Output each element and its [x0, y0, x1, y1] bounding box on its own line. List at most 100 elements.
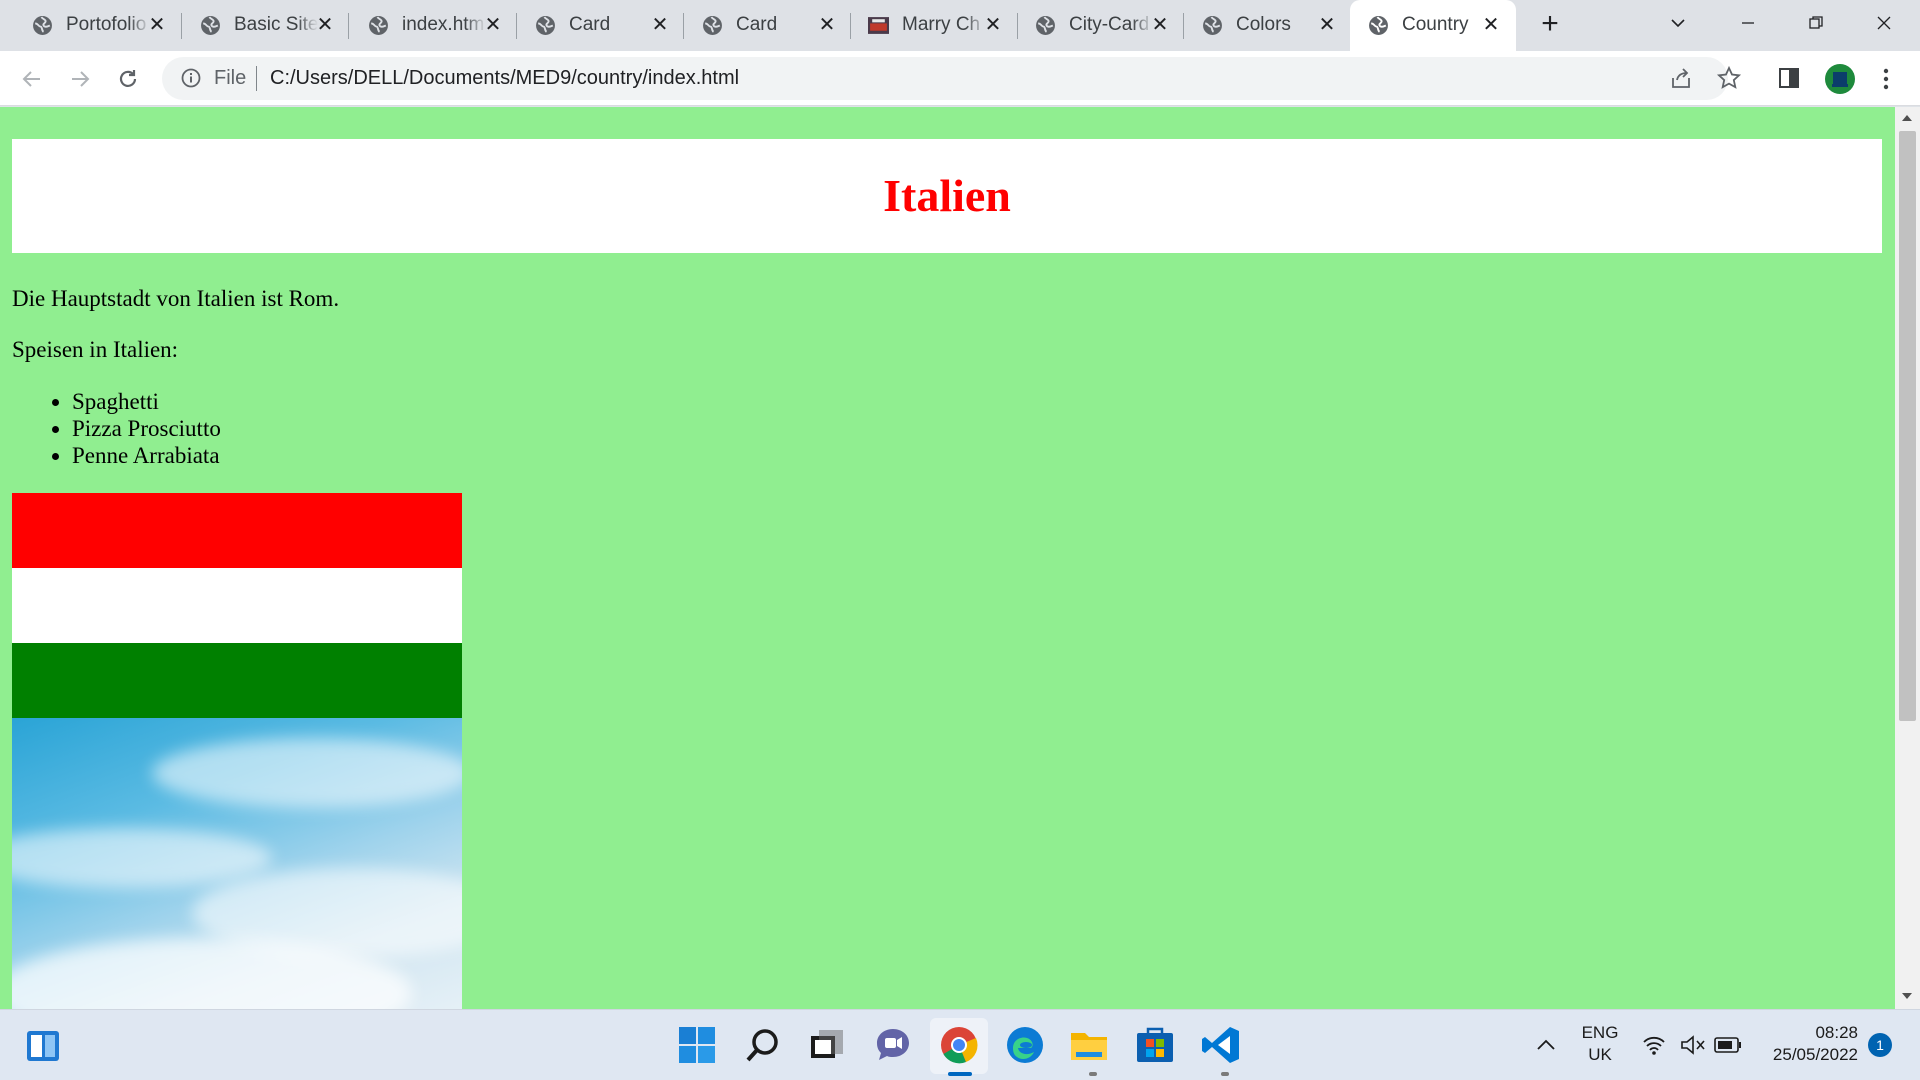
star-icon[interactable] [1716, 65, 1742, 91]
tab-title: Card [736, 14, 778, 35]
url-text[interactable]: C:/Users/DELL/Documents/MED9/country/ind… [270, 67, 739, 89]
globe-icon [1203, 16, 1222, 35]
file-explorer-icon[interactable] [1068, 1024, 1110, 1066]
running-app-indicator [1089, 1072, 1097, 1076]
tab-search-button[interactable] [1660, 8, 1696, 38]
globe-icon [703, 16, 722, 35]
tab-title: index.html [402, 14, 486, 35]
food-intro: Speisen in Italien: [12, 337, 179, 362]
globe-icon [536, 16, 555, 35]
wifi-icon[interactable] [1642, 1034, 1666, 1056]
tab-title: Marry Ch [902, 14, 981, 35]
clock-date: 25/05/2022 [1772, 1045, 1858, 1064]
scroll-up-arrow-icon[interactable] [1902, 115, 1912, 121]
running-app-indicator [1221, 1072, 1229, 1076]
list-item: Spaghetti [72, 388, 221, 415]
search-icon[interactable] [742, 1024, 784, 1066]
close-icon[interactable]: ✕ [314, 14, 336, 36]
battery-icon[interactable] [1714, 1036, 1742, 1054]
tab-colors[interactable]: Colors ✕ [1170, 0, 1352, 51]
minimize-icon [1742, 22, 1754, 24]
start-windows-icon[interactable] [676, 1024, 718, 1066]
chrome-icon[interactable] [938, 1024, 980, 1066]
microsoft-store-icon[interactable] [1134, 1024, 1176, 1066]
tab-strip: Portofolio ✕ Basic Site ✕ index.html ✕ C… [0, 0, 1920, 51]
reload-button[interactable] [112, 63, 144, 95]
volume-muted-icon[interactable] [1680, 1034, 1706, 1056]
active-app-indicator [948, 1072, 972, 1076]
tab-index-html[interactable]: index.html ✕ [336, 0, 518, 51]
close-icon[interactable]: ✕ [146, 14, 168, 36]
close-icon[interactable]: ✕ [816, 14, 838, 36]
clock[interactable]: 08:28 25/05/2022 [1758, 1022, 1858, 1066]
restore-icon [1809, 16, 1823, 29]
minimize-button[interactable] [1730, 8, 1766, 38]
address-bar[interactable]: File C:/Users/DELL/Documents/MED9/countr… [162, 57, 1728, 100]
tab-card-1[interactable]: Card ✕ [503, 0, 685, 51]
arrow-left-icon [22, 71, 40, 87]
tab-title: Basic Site [234, 14, 318, 35]
close-icon[interactable]: ✕ [1316, 14, 1338, 36]
browser-toolbar: File C:/Users/DELL/Documents/MED9/countr… [0, 51, 1920, 106]
page-title: Italien [883, 170, 1011, 221]
task-view-icon[interactable] [806, 1024, 848, 1066]
back-button[interactable] [16, 63, 48, 95]
capital-text: Die Hauptstadt von Italien ist Rom. [12, 286, 340, 311]
forward-button[interactable] [64, 63, 96, 95]
profile-avatar-icon[interactable] [1824, 63, 1856, 95]
close-icon[interactable]: ✕ [649, 14, 671, 36]
tab-title: Colors [1236, 14, 1291, 35]
info-icon[interactable] [180, 67, 202, 89]
new-tab-button[interactable]: + [1536, 9, 1564, 39]
edge-icon[interactable] [1004, 1024, 1046, 1066]
close-icon[interactable]: ✕ [982, 14, 1004, 36]
clock-time: 08:28 [1815, 1023, 1858, 1042]
tab-country[interactable]: Country ✕ [1350, 0, 1516, 51]
notification-badge[interactable]: 1 [1868, 1033, 1892, 1057]
tab-title: City-Card [1069, 14, 1150, 35]
globe-icon [1369, 16, 1388, 35]
share-icon[interactable] [1668, 66, 1694, 92]
keyboard-layout: UK [1588, 1045, 1612, 1064]
vertical-scrollbar[interactable] [1895, 107, 1920, 1009]
restore-button[interactable] [1798, 8, 1834, 38]
list-item: Penne Arrabiata [72, 442, 221, 469]
chevron-up-icon[interactable] [1536, 1037, 1556, 1053]
globe-icon [201, 16, 220, 35]
tab-basic-site[interactable]: Basic Site ✕ [168, 0, 350, 51]
address-divider [256, 66, 257, 91]
windows-taskbar: ENG UK 08:28 25/05/2022 [0, 1009, 1920, 1080]
chevron-down-icon [1671, 19, 1685, 28]
scrollbar-thumb[interactable] [1899, 131, 1916, 721]
close-icon[interactable]: ✕ [1149, 14, 1171, 36]
close-window-button[interactable] [1866, 8, 1902, 38]
arrow-right-icon [72, 71, 90, 87]
close-icon[interactable]: ✕ [1480, 14, 1502, 36]
vscode-icon[interactable] [1200, 1024, 1242, 1066]
tab-title: Card [569, 14, 611, 35]
tab-portofolio[interactable]: Portofolio ✕ [0, 0, 182, 51]
italy-flag [12, 493, 462, 718]
close-icon[interactable]: ✕ [482, 14, 504, 36]
widgets-icon[interactable] [24, 1027, 62, 1065]
teams-chat-icon[interactable] [872, 1024, 914, 1066]
tab-title: Portofolio [66, 14, 147, 35]
reload-icon [119, 70, 137, 87]
side-panel-icon[interactable] [1778, 67, 1800, 89]
site-thumbnail-icon [868, 17, 889, 34]
globe-icon [1036, 16, 1055, 35]
globe-icon [369, 16, 388, 35]
menu-dots-icon[interactable] [1880, 67, 1892, 91]
page-header: Italien [12, 139, 1882, 253]
tab-marry-ch[interactable]: Marry Ch ✕ [836, 0, 1018, 51]
close-icon [1877, 16, 1891, 30]
scroll-down-arrow-icon[interactable] [1902, 993, 1912, 999]
tab-title: Country [1402, 14, 1469, 35]
flag-stripe-white [12, 568, 462, 643]
tab-card-2[interactable]: Card ✕ [670, 0, 852, 51]
list-item: Pizza Prosciutto [72, 415, 221, 442]
tab-city-card[interactable]: City-Card ✕ [1003, 0, 1185, 51]
globe-icon [33, 16, 52, 35]
language-indicator[interactable]: ENG UK [1572, 1022, 1628, 1066]
language-code: ENG [1581, 1023, 1619, 1042]
